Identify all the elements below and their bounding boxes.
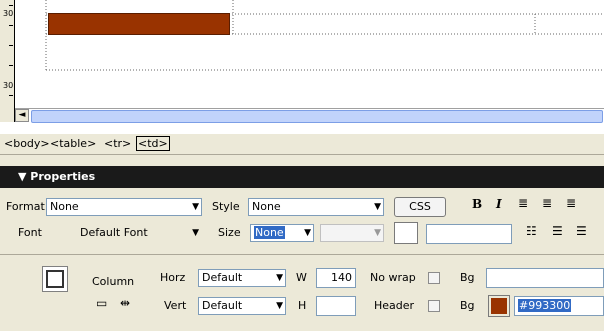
- align-left-icon[interactable]: ≣: [518, 196, 528, 210]
- nowrap-label: No wrap: [370, 271, 416, 284]
- panel-gap: [0, 155, 604, 166]
- format-value: None: [50, 200, 79, 213]
- vert-select[interactable]: Default ▼: [198, 297, 286, 315]
- scroll-left-arrow[interactable]: ◄: [15, 109, 29, 122]
- bg-color-value: #993300: [518, 299, 572, 312]
- horz-select[interactable]: Default ▼: [198, 269, 286, 287]
- bg-image-label: Bg: [460, 271, 475, 284]
- vertical-ruler: 30 30: [0, 0, 15, 122]
- vert-value: Default: [202, 299, 243, 312]
- size-label: Size: [218, 226, 241, 239]
- bg-image-input[interactable]: [486, 268, 604, 288]
- style-value: None: [252, 200, 281, 213]
- design-canvas[interactable]: 30 30 ◄: [0, 0, 604, 134]
- height-label: H: [298, 299, 307, 312]
- italic-icon[interactable]: I: [496, 197, 502, 211]
- size-select[interactable]: None ▼: [250, 224, 314, 242]
- nowrap-checkbox[interactable]: [428, 272, 440, 284]
- format-select[interactable]: None ▼: [46, 198, 202, 216]
- text-color-input[interactable]: [426, 224, 512, 244]
- outdent-icon[interactable]: ☰: [576, 224, 587, 238]
- properties-title: ▼ Properties: [18, 170, 96, 183]
- size-units-select[interactable]: ▼: [320, 224, 384, 242]
- split-cell-icon[interactable]: ⇹: [120, 296, 130, 310]
- vert-label: Vert: [164, 299, 187, 312]
- chevron-down-icon: ▼: [374, 202, 381, 212]
- style-label: Style: [212, 200, 240, 213]
- horz-value: Default: [202, 271, 243, 284]
- ruler-label-top: 30: [3, 9, 14, 18]
- bg-color-input[interactable]: #993300: [514, 296, 604, 316]
- cell-type-label: Column: [92, 275, 135, 288]
- ruler-tick: [9, 95, 13, 96]
- chevron-down-icon: ▼: [276, 301, 283, 311]
- ruler-tick: [9, 5, 13, 6]
- chevron-down-icon: ▼: [276, 273, 283, 283]
- horz-label: Horz: [160, 271, 186, 284]
- chevron-down-icon: ▼: [304, 228, 311, 238]
- horizontal-scrollbar[interactable]: ◄: [15, 108, 604, 123]
- bg-color-swatch[interactable]: [488, 295, 510, 317]
- width-label: W: [296, 271, 307, 284]
- ruler-tick: [9, 65, 13, 66]
- format-label: Format: [6, 200, 45, 213]
- ruler-tick: [9, 25, 13, 26]
- unordered-list-icon[interactable]: ☷: [526, 224, 537, 238]
- text-color-swatch[interactable]: [394, 222, 418, 244]
- merge-cells-icon[interactable]: ▭: [96, 296, 107, 310]
- properties-panel: Format None ▼ Style None ▼ CSS B I ≣ ≣ ≣…: [0, 188, 604, 331]
- tag-selector-bar: <body> <table> <tr> <td>: [0, 134, 604, 155]
- chevron-down-icon: ▼: [374, 228, 381, 238]
- cell-table-icon: [42, 266, 68, 292]
- tag-table[interactable]: <table>: [50, 137, 96, 150]
- scroll-thumb[interactable]: [31, 110, 603, 123]
- panel-divider: [0, 254, 604, 255]
- height-input[interactable]: [316, 296, 356, 316]
- tag-body[interactable]: <body>: [4, 137, 50, 150]
- font-label: Font: [18, 226, 42, 239]
- size-value: None: [254, 226, 285, 239]
- properties-title-bar[interactable]: ▼ Properties: [0, 166, 604, 188]
- align-right-icon[interactable]: ≣: [566, 196, 576, 210]
- width-input[interactable]: 140: [316, 268, 356, 288]
- header-checkbox[interactable]: [428, 300, 440, 312]
- tag-td-selected[interactable]: <td>: [136, 136, 170, 151]
- font-value: Default Font: [80, 226, 148, 239]
- chevron-down-icon: ▼: [192, 202, 199, 212]
- ruler-tick: [9, 45, 13, 46]
- ruler-label-bottom: 30: [3, 81, 14, 90]
- font-select[interactable]: Default Font ▼: [76, 224, 202, 242]
- header-label: Header: [374, 299, 415, 312]
- bg-color-label: Bg: [460, 299, 475, 312]
- tag-tr[interactable]: <tr>: [104, 137, 131, 150]
- css-button[interactable]: CSS: [394, 197, 446, 217]
- bold-icon[interactable]: B: [472, 197, 482, 211]
- chevron-down-icon: ▼: [192, 228, 199, 238]
- style-select[interactable]: None ▼: [248, 198, 384, 216]
- ordered-list-icon[interactable]: ☰: [552, 224, 563, 238]
- align-center-icon[interactable]: ≣: [542, 196, 552, 210]
- selected-table-cell[interactable]: [48, 13, 230, 35]
- bg-color-swatch-fill: [491, 298, 507, 314]
